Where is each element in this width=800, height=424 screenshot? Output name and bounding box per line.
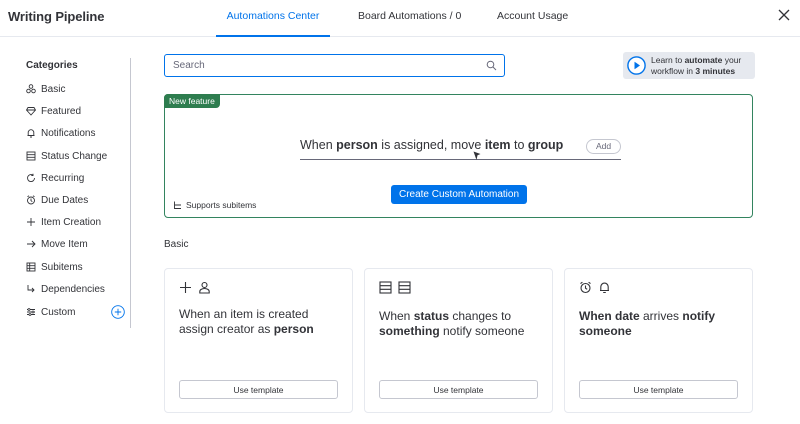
sidebar-item-featured[interactable]: Featured [26,103,81,119]
status-column-icon [398,281,411,294]
top-header: Writing Pipeline Automations Center Boar… [0,0,800,37]
categories-title: Categories [26,60,78,71]
featured-icon [26,107,36,116]
sidebar-item-label: Move Item [41,238,88,250]
sidebar-item-label: Notifications [41,127,96,139]
close-icon[interactable] [778,9,790,21]
plus-icon [27,218,35,226]
sidebar-item-move-item[interactable]: Move Item [26,236,88,252]
search-input[interactable] [173,55,473,76]
app-title: Writing Pipeline [8,9,105,24]
tab-automations-center[interactable]: Automations Center [216,0,330,37]
sidebar-item-label: Recurring [41,172,85,184]
sidebar-item-basic[interactable]: Basic [26,81,65,97]
learn-text: Learn to automate your workflow in 3 min… [651,55,742,76]
template-recipe-text: When an item is created assign creator as… [179,307,314,336]
template-card-item-created[interactable]: When an item is created assign creator as… [164,268,353,413]
play-icon[interactable] [627,56,646,75]
template-recipe-text: When date arrives notify someone [579,309,716,338]
sidebar-item-label: Item Creation [41,216,102,228]
add-category-icon[interactable] [111,305,125,319]
status-column-icon [379,281,392,294]
template-card-status-change[interactable]: When status changes to something notify s… [364,268,553,413]
recurring-icon [27,173,35,182]
due-dates-icon [27,195,35,205]
sidebar-item-label: Featured [41,105,82,117]
search-box[interactable] [164,54,505,77]
recipe-add-button[interactable]: Add [586,139,621,154]
tab-account-usage[interactable]: Account Usage [497,0,568,37]
subitems-support-icon [174,201,181,209]
recipe-sentence[interactable]: When person is assigned, move item to gr… [300,138,563,152]
tab-board-automations[interactable]: Board Automations / 0 [358,0,461,37]
learn-video-card[interactable]: Learn to automate your workflow in 3 min… [623,52,755,79]
recipe-underline [300,159,621,160]
bell-icon [600,282,609,294]
plus-icon [180,282,191,293]
sidebar-divider [130,58,131,328]
use-template-button[interactable]: Use template [579,380,738,399]
subitems-icon [26,262,36,272]
custom-icon [27,308,35,316]
sidebar-item-label: Basic [41,83,66,95]
status-change-icon [26,151,36,161]
sidebar-item-label: Dependencies [41,283,105,295]
mouse-cursor-icon [473,151,481,160]
template-recipe-text: When status changes to something notify s… [379,309,525,338]
new-feature-badge: New feature [164,94,220,108]
sidebar-item-label: Subitems [41,261,83,273]
sidebar-item-recurring[interactable]: Recurring [26,170,84,186]
sidebar-item-label: Status Change [41,150,108,162]
section-title-basic: Basic [164,239,189,250]
template-card-date-arrives[interactable]: When date arrives notify someone Use temp… [564,268,753,413]
sidebar-item-status-change[interactable]: Status Change [26,148,107,164]
person-icon [199,281,210,294]
sidebar-item-label: Custom [41,306,76,318]
sidebar-item-custom[interactable]: Custom [26,304,75,320]
arrow-right-icon [27,240,36,248]
sidebar-item-label: Due Dates [41,194,89,206]
sidebar-item-dependencies[interactable]: Dependencies [26,281,105,297]
create-custom-automation-button[interactable]: Create Custom Automation [391,185,527,204]
sidebar-item-due-dates[interactable]: Due Dates [26,192,88,208]
sidebar-item-notifications[interactable]: Notifications [26,125,95,141]
sidebar-item-subitems[interactable]: Subitems [26,259,83,275]
search-icon[interactable] [486,60,497,71]
bell-icon [27,129,35,138]
sidebar-item-item-creation[interactable]: Item Creation [26,214,101,230]
alarm-clock-icon [580,281,591,294]
basic-icon [26,84,36,94]
dependencies-icon [27,285,35,293]
supports-subitems: Supports subitems [173,200,256,210]
use-template-button[interactable]: Use template [379,380,538,399]
new-feature-panel: New feature When person is assigned, mov… [164,94,753,218]
use-template-button[interactable]: Use template [179,380,338,399]
